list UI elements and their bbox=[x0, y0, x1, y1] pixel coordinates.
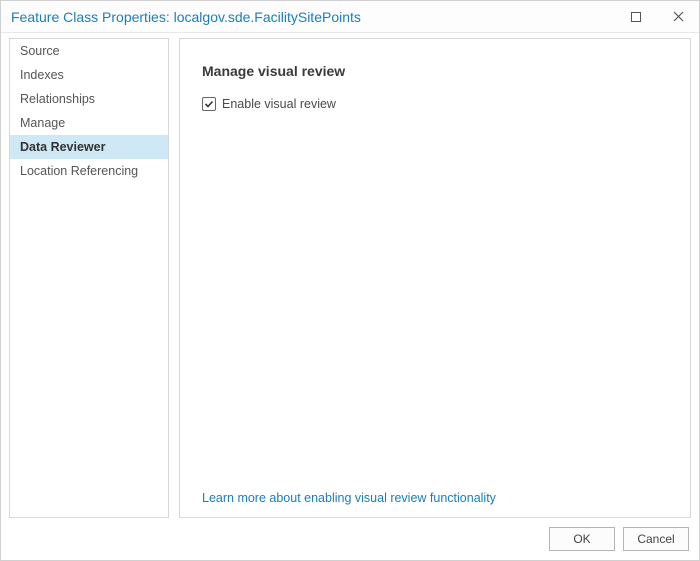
checkbox-box bbox=[202, 97, 216, 111]
maximize-button[interactable] bbox=[615, 1, 657, 33]
sidebar-item-label: Source bbox=[20, 44, 60, 58]
sidebar-item-manage[interactable]: Manage bbox=[10, 111, 168, 135]
ok-button[interactable]: OK bbox=[549, 527, 615, 551]
sidebar-item-label: Location Referencing bbox=[20, 164, 138, 178]
sidebar-item-source[interactable]: Source bbox=[10, 39, 168, 63]
titlebar: Feature Class Properties: localgov.sde.F… bbox=[1, 1, 699, 33]
cancel-button[interactable]: Cancel bbox=[623, 527, 689, 551]
sidebar-item-indexes[interactable]: Indexes bbox=[10, 63, 168, 87]
spacer bbox=[202, 111, 668, 491]
sidebar-item-label: Data Reviewer bbox=[20, 140, 105, 154]
footer: OK Cancel bbox=[1, 518, 699, 560]
dialog-window: Feature Class Properties: localgov.sde.F… bbox=[0, 0, 700, 561]
learn-more-link[interactable]: Learn more about enabling visual review … bbox=[202, 491, 668, 507]
maximize-icon bbox=[631, 12, 641, 22]
content-area: Source Indexes Relationships Manage Data Rev… bbox=[1, 33, 699, 518]
window-title: Feature Class Properties: localgov.sde.F… bbox=[11, 9, 615, 25]
sidebar: Source Indexes Relationships Manage Data Rev… bbox=[9, 38, 169, 518]
sidebar-item-location-referencing[interactable]: Location Referencing bbox=[10, 159, 168, 183]
main-panel: Manage visual review Enable visual revie… bbox=[179, 38, 691, 518]
sidebar-item-data-reviewer[interactable]: Data Reviewer bbox=[10, 135, 168, 159]
checkbox-label: Enable visual review bbox=[222, 97, 336, 111]
sidebar-item-label: Relationships bbox=[20, 92, 95, 106]
sidebar-item-relationships[interactable]: Relationships bbox=[10, 87, 168, 111]
close-icon bbox=[673, 11, 684, 22]
enable-visual-review-checkbox[interactable]: Enable visual review bbox=[202, 97, 668, 111]
check-icon bbox=[204, 99, 214, 109]
sidebar-item-label: Manage bbox=[20, 116, 65, 130]
sidebar-item-label: Indexes bbox=[20, 68, 64, 82]
close-button[interactable] bbox=[657, 1, 699, 33]
section-title: Manage visual review bbox=[202, 63, 668, 79]
